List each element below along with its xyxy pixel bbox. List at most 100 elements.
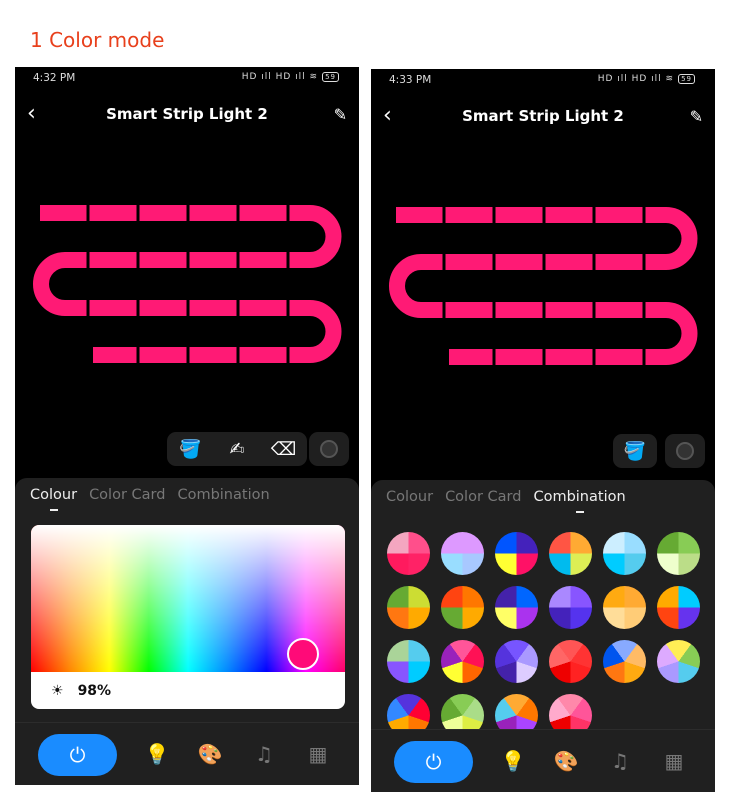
combination-swatch[interactable] [387, 586, 430, 629]
strip-segment-gap [286, 346, 290, 364]
paint-toolbar: 🪣 [613, 434, 657, 468]
mode-tabs: Colour Color Card Combination [386, 489, 626, 513]
strip-segment-gap [136, 299, 140, 317]
combination-swatch[interactable] [603, 640, 646, 683]
strip-segment-gap [592, 206, 596, 224]
strip-segment-gap [186, 204, 190, 222]
strip-segment-gap [592, 348, 596, 366]
strip-segment-gap [136, 346, 140, 364]
strip-segment-gap [186, 251, 190, 269]
light-strip-preview[interactable] [15, 67, 359, 397]
color-panel: Colour Color Card Combination ☀ 98% ⏻ 💡 … [15, 478, 359, 785]
color-picker[interactable]: ☀ 98% [31, 525, 345, 709]
paint-bucket-icon[interactable]: 🪣 [618, 441, 652, 462]
power-button[interactable]: ⏻ [38, 734, 117, 776]
brush-icon[interactable]: ✍ [220, 439, 254, 460]
paint-bucket-icon[interactable]: 🪣 [173, 439, 207, 460]
combination-swatch[interactable] [549, 640, 592, 683]
strip-segment-gap [136, 204, 140, 222]
tab-combination[interactable]: Combination [177, 487, 269, 503]
combination-swatch[interactable] [657, 532, 700, 575]
power-icon: ⏻ [69, 743, 86, 767]
brightness-value: 98% [77, 682, 112, 699]
combination-swatch[interactable] [441, 640, 484, 683]
strip-segment-gap [642, 348, 646, 366]
brightness-slider[interactable]: ☀ 98% [31, 672, 345, 709]
record-button[interactable] [665, 434, 705, 468]
bottom-nav: ⏻ 💡 🎨 ♫ ▦ [15, 722, 359, 785]
strip-segment-gap [236, 251, 240, 269]
phone-screen-combination: 4:33 PM HD ıll HD ıll ≋ 59 ‹ Smart Strip … [371, 69, 715, 792]
strip-segment-gap [186, 299, 190, 317]
strip-segment-gap [186, 346, 190, 364]
strip-segment-gap [542, 206, 546, 224]
combination-swatch[interactable] [603, 586, 646, 629]
strip-segment-gap [236, 299, 240, 317]
caption: 1 Color mode [30, 28, 165, 52]
combination-swatch[interactable] [387, 532, 430, 575]
bottom-nav: ⏻ 💡 🎨 ♫ ▦ [371, 729, 715, 792]
mode-tabs: Colour Color Card Combination [30, 487, 270, 511]
palette-icon[interactable]: 🎨 [553, 749, 579, 773]
combination-swatch[interactable] [441, 532, 484, 575]
tab-combination[interactable]: Combination [533, 489, 626, 513]
tab-color-card[interactable]: Color Card [445, 489, 521, 505]
strip-segment-gap [286, 251, 290, 269]
strip-segment-gap [492, 301, 496, 319]
strip-path[interactable] [389, 207, 698, 365]
power-icon: ⏻ [425, 750, 442, 774]
strip-segment-gap [236, 346, 240, 364]
power-button[interactable]: ⏻ [394, 741, 473, 783]
palette-icon[interactable]: 🎨 [197, 742, 223, 766]
strip-segment-gap [542, 253, 546, 271]
bulb-icon[interactable]: 💡 [144, 742, 170, 766]
strip-segment-gap [86, 204, 90, 222]
strip-segment-gap [86, 299, 90, 317]
tab-colour[interactable]: Colour [386, 489, 433, 505]
record-button[interactable] [309, 432, 349, 466]
combination-swatch[interactable] [495, 586, 538, 629]
music-icon[interactable]: ♫ [251, 742, 277, 766]
eraser-icon[interactable]: ⌫ [267, 439, 301, 460]
combination-swatch[interactable] [657, 586, 700, 629]
strip-segment-gap [136, 251, 140, 269]
music-icon[interactable]: ♫ [607, 749, 633, 773]
combination-swatch[interactable] [495, 532, 538, 575]
strip-segment-gap [442, 301, 446, 319]
grid-icon[interactable]: ▦ [661, 749, 687, 773]
circle-icon [320, 440, 338, 458]
strip-segment-gap [592, 301, 596, 319]
color-picker-handle[interactable] [287, 638, 319, 670]
strip-segment-gap [642, 301, 646, 319]
tab-colour[interactable]: Colour [30, 487, 77, 511]
strip-segment-gap [642, 206, 646, 224]
strip-segment-gap [492, 348, 496, 366]
combination-swatch[interactable] [387, 640, 430, 683]
strip-segment-gap [492, 206, 496, 224]
phone-screen-colour: 4:32 PM HD ıll HD ıll ≋ 59 ‹ Smart Strip … [15, 67, 359, 785]
combination-swatch[interactable] [549, 586, 592, 629]
light-strip-preview[interactable] [371, 69, 715, 399]
strip-segment-gap [442, 253, 446, 271]
strip-segment-gap [542, 301, 546, 319]
strip-segment-gap [592, 253, 596, 271]
combination-swatch[interactable] [657, 640, 700, 683]
bulb-icon[interactable]: 💡 [500, 749, 526, 773]
grid-icon[interactable]: ▦ [305, 742, 331, 766]
combination-panel: Colour Color Card Combination ⏻ 💡 🎨 ♫ ▦ [371, 480, 715, 792]
strip-segment-gap [286, 204, 290, 222]
strip-segment-gap [442, 206, 446, 224]
combination-swatch[interactable] [549, 532, 592, 575]
strip-segment-gap [542, 348, 546, 366]
combination-swatch[interactable] [441, 586, 484, 629]
strip-segment-gap [492, 253, 496, 271]
tab-color-card[interactable]: Color Card [89, 487, 165, 503]
strip-segment-gap [642, 253, 646, 271]
combination-swatch[interactable] [495, 640, 538, 683]
brightness-icon: ☀ [51, 682, 64, 699]
strip-path[interactable] [33, 205, 342, 363]
combination-swatch[interactable] [603, 532, 646, 575]
circle-icon [676, 442, 694, 460]
strip-segment-gap [236, 204, 240, 222]
paint-toolbar: 🪣 ✍ ⌫ [167, 432, 307, 466]
